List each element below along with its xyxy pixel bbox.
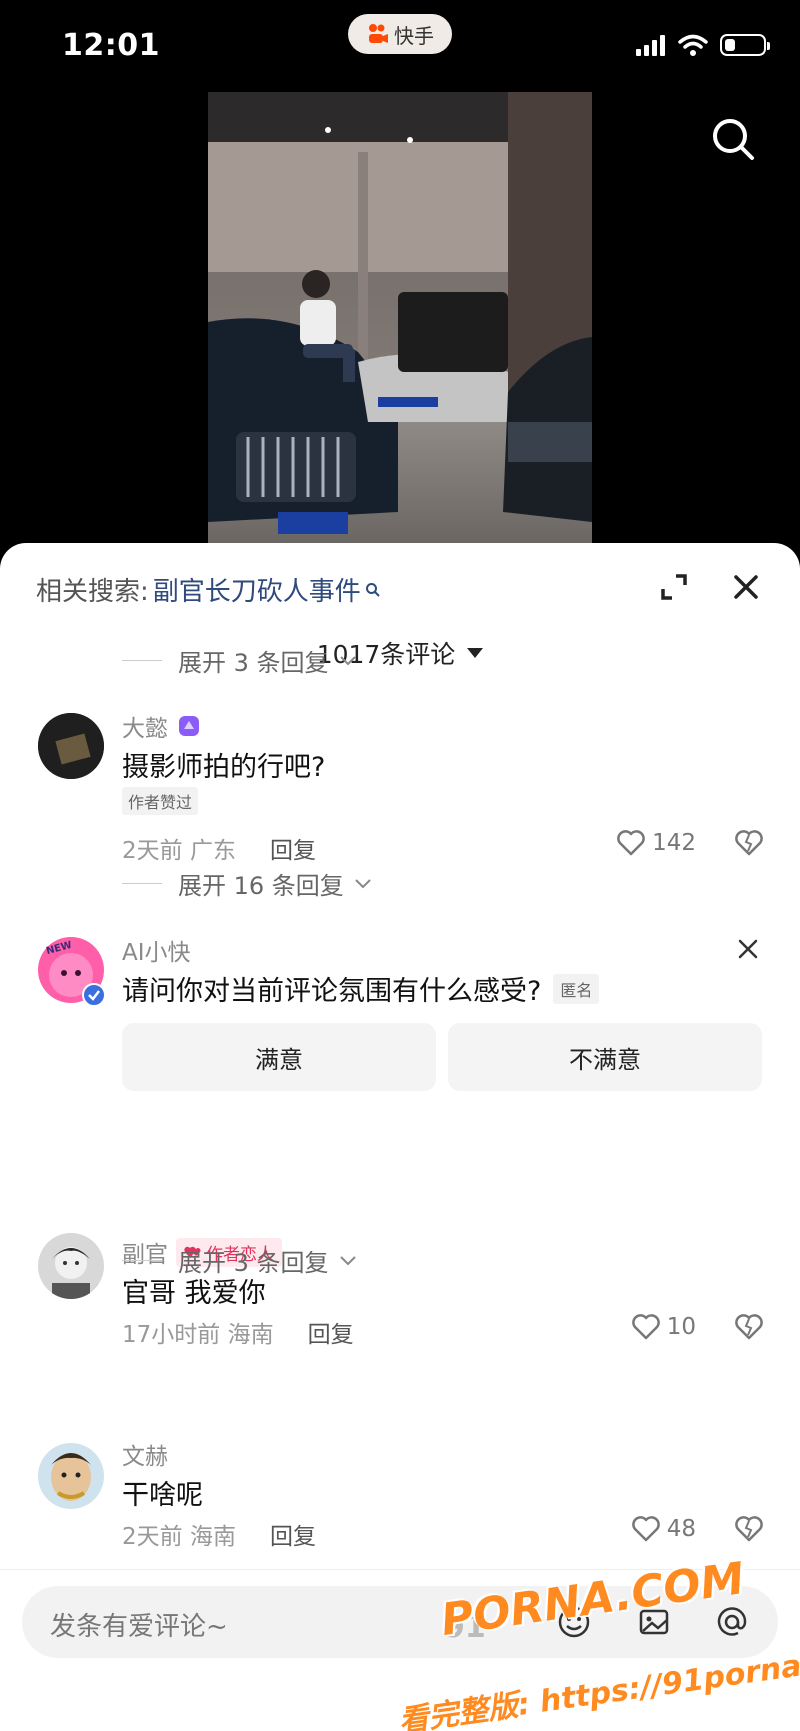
comment-count-selector[interactable]: 1017条评论 [0, 635, 800, 671]
related-search-term[interactable]: 副官长刀砍人事件 [153, 571, 361, 608]
reply-button[interactable]: 回复 [308, 1315, 354, 1349]
like-count: 142 [652, 830, 696, 856]
status-icons [636, 34, 770, 56]
comment-text: 摄影师拍的行吧? [122, 752, 326, 783]
comment-meta: 2天前 海南 回复 [122, 1517, 316, 1551]
comment-text: 干啥呢 [122, 1480, 203, 1511]
comment-username-row: 文赫 [122, 1437, 168, 1471]
app-badge-label: 快手 [394, 23, 434, 48]
like-button[interactable]: 10 [631, 1313, 696, 1341]
comment-meta: 2天前 广东 回复 [122, 831, 316, 865]
survey-username: AI小快 [122, 933, 191, 967]
username[interactable]: 大懿 [122, 709, 168, 743]
status-bar: 12:01 快手 [0, 0, 800, 92]
comment-time-location: 17小时前 海南 [122, 1322, 274, 1348]
ai-avatar[interactable]: NEW [38, 937, 106, 1007]
heart-icon [631, 1516, 660, 1542]
heart-icon [617, 830, 645, 856]
kuaishou-logo-icon [369, 24, 388, 43]
related-search-label: 相关搜索: [36, 577, 149, 607]
like-button[interactable]: 142 [616, 829, 696, 857]
reply-button[interactable]: 回复 [270, 1517, 316, 1551]
author-liked-tag: 作者赞过 [122, 787, 199, 815]
avatar-image [38, 1443, 104, 1509]
expand-replies[interactable]: 展开 3 条回复 [122, 1243, 357, 1278]
comment-meta: 17小时前 海南 回复 [122, 1315, 354, 1349]
heart-icon [631, 1314, 660, 1340]
dissatisfied-button[interactable]: 不满意 [448, 1023, 762, 1091]
at-mention-icon[interactable] [714, 1604, 750, 1640]
level-badge-icon [179, 716, 199, 736]
like-count: 10 [666, 1314, 696, 1340]
expand-replies-label: 展开 3 条回复 [178, 649, 329, 677]
comment-tag-row: 作者赞过 [122, 787, 199, 815]
chevron-down-icon [339, 655, 356, 665]
survey-options: 满意 不满意 [0, 1023, 800, 1091]
battery-icon [720, 34, 770, 56]
fullscreen-icon[interactable] [660, 573, 688, 601]
divider [122, 883, 162, 884]
divider [122, 1260, 162, 1261]
expand-replies-label: 展开 16 条回复 [178, 872, 344, 900]
reply-button[interactable]: 回复 [270, 831, 316, 865]
broken-heart-icon[interactable] [734, 1313, 764, 1341]
search-icon[interactable] [708, 114, 760, 166]
avatar[interactable] [38, 713, 104, 779]
like-button[interactable]: 48 [631, 1515, 696, 1543]
comment-time-location: 2天前 广东 [122, 838, 236, 864]
survey-question-row: 请问你对当前评论氛围有什么感受? 匿名 [122, 969, 600, 1008]
username[interactable]: AI小快 [122, 933, 191, 967]
avatar[interactable] [38, 1443, 104, 1509]
close-icon[interactable] [736, 937, 760, 961]
related-search[interactable]: 相关搜索: 副官长刀砍人事件 [36, 571, 381, 608]
avatar[interactable] [38, 1233, 104, 1299]
comment-sheet: 相关搜索: 副官长刀砍人事件 1017条评论 展开 3 条回复 大懿 摄影师拍的… [0, 543, 800, 1731]
expand-replies[interactable]: 展开 3 条回复 [122, 643, 357, 678]
comment-input-placeholder: 发条有爱评论~ [50, 1612, 228, 1642]
expand-replies-label: 展开 3 条回复 [178, 1249, 329, 1277]
app-badge[interactable]: 快手 [348, 14, 452, 54]
chevron-down-icon [339, 1255, 356, 1265]
comment-time-location: 2天前 海南 [122, 1524, 236, 1550]
avatar-image [38, 713, 104, 779]
survey-question: 请问你对当前评论氛围有什么感受? [122, 976, 542, 1007]
like-count: 48 [666, 1516, 696, 1542]
broken-heart-icon[interactable] [734, 829, 764, 857]
avatar-image [38, 1233, 104, 1299]
username[interactable]: 文赫 [122, 1437, 168, 1471]
caret-down-icon [467, 648, 484, 658]
close-icon[interactable] [732, 573, 760, 601]
signal-icon [636, 35, 665, 56]
divider [122, 660, 162, 661]
video-area[interactable] [0, 92, 800, 592]
garage-photo [208, 92, 592, 592]
expand-replies[interactable]: 展开 16 条回复 [122, 866, 372, 901]
comment-username-row: 大懿 [122, 709, 202, 743]
broken-heart-icon[interactable] [734, 1515, 764, 1543]
video-photo[interactable] [208, 92, 592, 592]
satisfied-button[interactable]: 满意 [122, 1023, 436, 1091]
chevron-down-icon [355, 878, 371, 888]
related-search-icon [365, 582, 380, 597]
wifi-icon [678, 34, 708, 56]
status-time: 12:01 [62, 28, 160, 63]
anonymous-tag: 匿名 [553, 973, 600, 1004]
